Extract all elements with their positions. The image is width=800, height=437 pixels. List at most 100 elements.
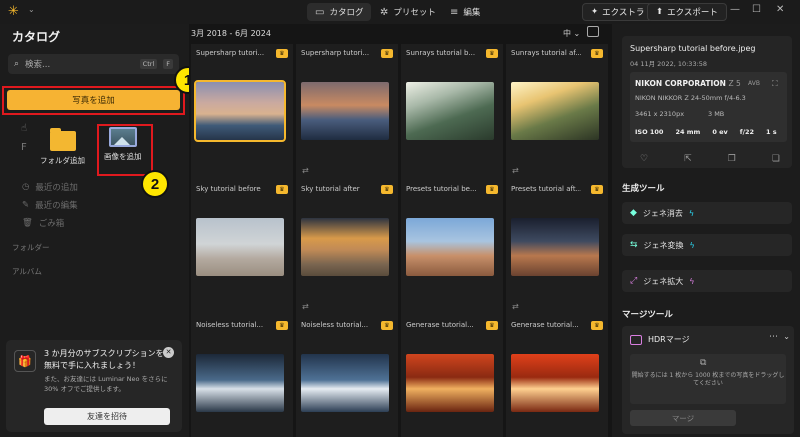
close-icon[interactable]: ✕ (776, 4, 784, 15)
shutter: 1 s (766, 128, 777, 136)
sidebar-item-recent-edited[interactable]: ✎ 最近の編集 (22, 199, 78, 211)
crown-icon[interactable]: ♛ (486, 321, 498, 330)
photo-cell[interactable]: Generase tutorial... ♛ (506, 316, 608, 437)
app-logo-icon[interactable]: ✳ (8, 4, 24, 20)
crown-icon[interactable]: ♛ (276, 49, 288, 58)
image-dimensions: 3461 x 2310px (635, 110, 685, 118)
photo-cell[interactable]: Supersharp tutori... ♛ (191, 44, 293, 180)
photo-cell[interactable]: Noiseless tutorial... ♛ (296, 316, 398, 437)
lightning-icon: ϟ (688, 208, 695, 218)
photo-thumbnail[interactable] (194, 80, 286, 142)
share-icon[interactable]: ⇱ (684, 154, 692, 164)
photo-cell[interactable]: Sky tutorial before ♛ (191, 180, 293, 316)
photo-cell[interactable]: Supersharp tutori... ♛ ⇄ (296, 44, 398, 180)
photo-thumbnail[interactable] (511, 218, 599, 276)
export-button[interactable]: ⬆ エクスポート (647, 3, 727, 21)
add-folder-button[interactable]: フォルダ追加 (40, 128, 85, 166)
photo-thumbnail[interactable] (196, 354, 284, 412)
crown-icon[interactable]: ♛ (381, 49, 393, 58)
photo-name: Noiseless tutorial... (301, 321, 369, 329)
section-folders[interactable]: フォルダー (12, 242, 50, 253)
maximize-icon[interactable]: ☐ (752, 4, 761, 15)
photo-thumbnail[interactable] (196, 218, 284, 276)
tool-label: ジェネ消去 (642, 208, 683, 218)
photo-cell[interactable]: Sky tutorial after ♛ ⇄ (296, 180, 398, 316)
tab-catalog[interactable]: ▭ カタログ (307, 3, 372, 21)
kbd-f: F (163, 59, 173, 69)
hdr-drop-zone[interactable]: ⧉ 開始するには 1 枚から 1000 枚までの写真をドラッグしてください (630, 354, 786, 404)
sidebar-icon-partial-2: F (21, 142, 27, 153)
more-options-icon[interactable]: ⋯ (769, 332, 778, 342)
crown-icon[interactable]: ♛ (486, 49, 498, 58)
eraser-icon: ◆ (630, 208, 637, 218)
hdr-icon (630, 334, 642, 345)
crown-icon[interactable]: ♛ (486, 185, 498, 194)
crown-icon[interactable]: ♛ (591, 185, 603, 194)
file-name: Supersharp tutorial before.jpeg (630, 44, 756, 53)
search-placeholder: 検索... (25, 60, 51, 70)
photo-thumbnail[interactable] (301, 82, 389, 140)
gen-swap-button[interactable]: ⇆ ジェネ変換 ϟ (622, 234, 792, 256)
extras-button[interactable]: ✦ エクストラ (582, 3, 654, 21)
photo-cell[interactable]: Presets tutorial aft... ♛ ⇄ (506, 180, 608, 316)
photo-cell[interactable]: Generase tutorial... ♛ (401, 316, 503, 437)
photo-cell[interactable]: Presets tutorial be... ♛ (401, 180, 503, 316)
heart-icon[interactable]: ♡ (640, 154, 648, 164)
crown-icon[interactable]: ♛ (276, 185, 288, 194)
photo-name: Noiseless tutorial... (196, 321, 264, 329)
sidebar-item-trash[interactable]: 🗑 ごみ箱 (22, 217, 64, 229)
catalog-icon: ▭ (315, 6, 325, 18)
thumbnail-size-select[interactable]: 中 ⌄ (563, 28, 580, 39)
photo-name: Generase tutorial... (406, 321, 474, 329)
extras-label: エクストラ (602, 8, 645, 18)
gift-icon: 🎁 (14, 350, 36, 372)
upload-icon: ⬆ (656, 7, 664, 17)
lens-info: NIKON NIKKOR Z 24-50mm f/4-6.3 (635, 94, 746, 102)
photo-thumbnail[interactable] (301, 218, 389, 276)
hdr-merge-card: HDRマージ ⋯ ⌄ ⧉ 開始するには 1 枚から 1000 枚までの写真をドラ… (622, 326, 794, 434)
photo-name: Generase tutorial... (511, 321, 579, 329)
merge-tools-title: マージツール (622, 310, 673, 320)
photo-thumbnail[interactable] (406, 218, 494, 276)
duplicate-icon[interactable]: ❏ (772, 154, 780, 164)
photo-thumbnail[interactable] (301, 354, 389, 412)
sidebar-title: カタログ (12, 30, 61, 44)
copy-icon[interactable]: ❐ (728, 154, 736, 164)
top-bar: ✳ ⌄ ▭ カタログ ✲ プリセット ≡ 編集 ✦ エクストラ ⬆ エクスポート… (0, 0, 800, 24)
chevron-down-icon[interactable]: ⌄ (28, 5, 35, 14)
merge-button[interactable]: マージ (630, 410, 736, 426)
panel-toggle-icon[interactable] (587, 26, 599, 37)
minimize-icon[interactable]: — (730, 4, 740, 15)
photo-name: Sunrays tutorial af... (511, 49, 581, 57)
tab-edit[interactable]: ≡ 編集 (442, 3, 488, 21)
tab-presets[interactable]: ✲ プリセット (372, 3, 444, 21)
crown-icon[interactable]: ♛ (381, 185, 393, 194)
focal-length: 24 mm (675, 128, 701, 136)
lightning-icon: ϟ (689, 240, 695, 250)
section-albums[interactable]: アルバム (12, 266, 42, 277)
sidebar: カタログ ⌕ 検索... Ctrl F 写真を追加 ☝ F フォルダ追加 画像を… (0, 24, 202, 437)
photo-thumbnail[interactable] (406, 354, 494, 412)
photo-thumbnail[interactable] (511, 354, 599, 412)
crown-icon[interactable]: ♛ (276, 321, 288, 330)
gen-expand-button[interactable]: ⤢ ジェネ拡大 ϟ (622, 270, 792, 292)
photo-cell[interactable]: Noiseless tutorial... ♛ (191, 316, 293, 437)
expand-icon: ⤢ (630, 276, 638, 286)
crown-icon[interactable]: ♛ (381, 321, 393, 330)
photo-name: Supersharp tutori... (301, 49, 370, 57)
photo-cell[interactable]: Sunrays tutorial b... ♛ (401, 44, 503, 180)
search-input[interactable]: ⌕ 検索... Ctrl F (8, 54, 179, 74)
expand-icon[interactable]: ⛶ (772, 79, 778, 89)
photo-cell[interactable]: Sunrays tutorial af... ♛ ⇄ (506, 44, 608, 180)
lightning-icon: ϟ (689, 276, 695, 286)
chevron-down-icon[interactable]: ⌄ (783, 332, 790, 341)
crown-icon[interactable]: ♛ (591, 321, 603, 330)
photo-thumbnail[interactable] (511, 82, 599, 140)
photo-thumbnail[interactable] (406, 82, 494, 140)
gen-erase-button[interactable]: ◆ ジェネ消去 ϟ (622, 202, 792, 224)
crown-icon[interactable]: ♛ (591, 49, 603, 58)
gen-tools-title: 生成ツール (622, 184, 665, 194)
invite-friend-button[interactable]: 友達を招待 (44, 408, 170, 425)
close-icon[interactable]: ✕ (163, 347, 174, 358)
sidebar-item-recent-added[interactable]: ◷ 最近の追加 (22, 181, 78, 193)
